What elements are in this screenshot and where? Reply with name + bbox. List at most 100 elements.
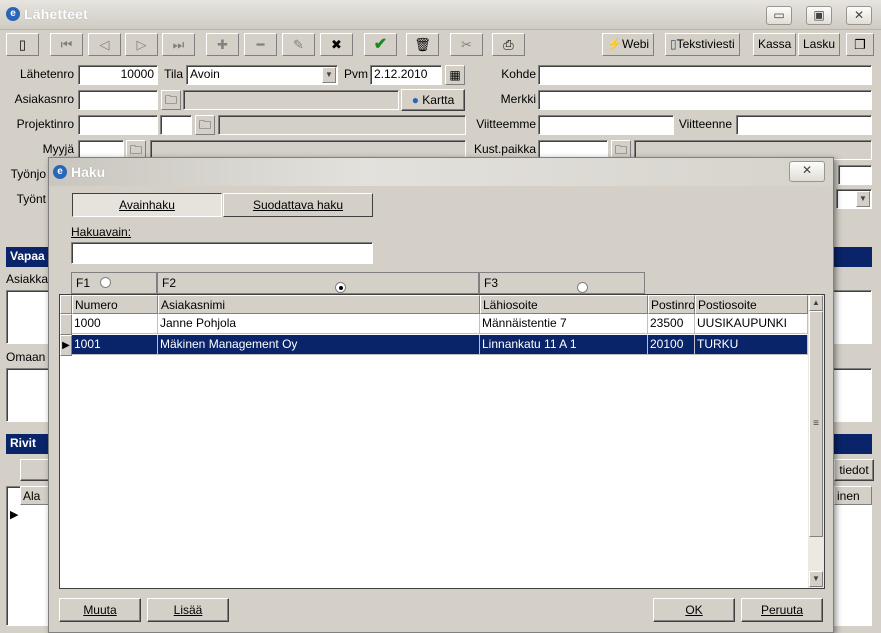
lasku-button[interactable]: Lasku <box>798 33 841 56</box>
column-header-postinro[interactable]: Postinro <box>648 295 695 314</box>
kartta-button[interactable]: ● Kartta <box>401 89 465 111</box>
projekti-sub-field[interactable] <box>160 115 192 135</box>
window-title: Lähetteet <box>24 6 89 22</box>
omaan-label: Omaan <box>6 350 46 364</box>
dialog-title-bar: e Haku ✕ <box>49 158 833 186</box>
f1-radio-group[interactable]: F1 <box>71 272 157 294</box>
viitteemme-label: Viitteemme <box>476 117 536 131</box>
vertical-scrollbar[interactable]: ▲ ≡ ▼ <box>808 295 824 588</box>
trash-icon[interactable]: 🗑 <box>406 33 439 56</box>
table-row-selected[interactable]: ▶ 1001 Mäkinen Management Oy Linnankatu … <box>60 335 808 356</box>
kassa-button[interactable]: Kassa <box>753 33 797 56</box>
viitteemme-field[interactable] <box>538 115 674 135</box>
scroll-thumb[interactable]: ≡ <box>809 311 823 537</box>
cell-lahiosoite: Männäistentie 7 <box>480 314 648 334</box>
f2-radio[interactable] <box>335 282 347 293</box>
kohde-label: Kohde <box>501 67 536 81</box>
column-header-numero[interactable]: Numero <box>72 295 158 314</box>
cell-numero: 1001 <box>72 335 158 355</box>
window-list-icon[interactable]: ❐ <box>846 33 874 56</box>
kustpaikka-label: Kust.paikka <box>473 142 536 156</box>
asiakas-name-display <box>183 90 399 110</box>
tyont-label: Työnt <box>16 192 46 206</box>
myyja-label: Myyjä <box>42 142 74 156</box>
tekstiviesti-button[interactable]: ▯Tekstiviesti <box>665 33 740 56</box>
tiedot-button[interactable]: tiedot <box>834 459 874 481</box>
peruuta-button[interactable]: Peruuta <box>741 598 823 622</box>
ala-column-header[interactable]: Ala <box>20 486 50 505</box>
edit-icon[interactable]: ✎ <box>282 33 315 56</box>
pvm-label: Pvm <box>344 67 368 81</box>
phone-icon: ▯ <box>670 37 677 51</box>
f3-radio-group[interactable]: F3 <box>479 272 645 294</box>
add-icon[interactable]: ✚ <box>206 33 239 56</box>
asiakka-label: Asiakka <box>6 272 49 286</box>
folder-icon[interactable]: 🗀 <box>161 90 181 110</box>
tab-avainhaku[interactable]: Avainhaku <box>72 193 222 217</box>
main-title-bar: e Lähetteet ▭ ▣ ✕ <box>0 0 881 30</box>
scroll-up-icon[interactable]: ▲ <box>809 295 823 311</box>
results-grid[interactable]: Numero Asiakasnimi Lähiosoite Postinro P… <box>59 294 825 589</box>
folder-icon[interactable]: 🗀 <box>195 115 215 135</box>
prev-record-icon[interactable]: ◁ <box>88 33 121 56</box>
pvm-field[interactable]: 2.12.2010 <box>370 65 442 85</box>
kohde-field[interactable] <box>538 65 872 85</box>
first-record-icon[interactable]: ⏮ <box>50 33 83 56</box>
document-icon[interactable]: ✖ <box>320 33 353 56</box>
lahetenro-label: Lähetenro <box>19 67 74 81</box>
cell-postiosoite: UUSIKAUPUNKI <box>695 314 808 334</box>
maximize-button[interactable]: ▣ <box>806 6 832 25</box>
next-record-icon[interactable]: ▷ <box>125 33 158 56</box>
calendar-icon[interactable]: ▦ <box>445 65 465 85</box>
close-button[interactable]: ✕ <box>846 6 872 25</box>
cell-lahiosoite: Linnankatu 11 A 1 <box>480 335 648 355</box>
print-icon[interactable]: ⎙ <box>492 33 525 56</box>
asiakasnro-label: Asiakasnro <box>14 92 74 106</box>
ok-button[interactable]: OK <box>653 598 735 622</box>
column-header-lahiosoite[interactable]: Lähiosoite <box>480 295 648 314</box>
cell-postiosoite: TURKU <box>695 335 808 355</box>
app-icon: e <box>6 7 20 21</box>
viitteenne-label: Viitteenne <box>678 117 732 131</box>
webi-button[interactable]: ⚡Webi <box>602 33 655 56</box>
globe-icon: ● <box>411 93 419 107</box>
tyont-select[interactable]: ▼ <box>836 189 872 209</box>
chevron-down-icon[interactable]: ▼ <box>322 67 336 83</box>
lightning-icon: ⚡ <box>607 37 622 51</box>
lahetenro-field[interactable]: 10000 <box>78 65 158 85</box>
projektinro-field[interactable] <box>78 115 158 135</box>
f1-radio[interactable] <box>100 277 112 288</box>
projekti-name-display <box>218 115 466 135</box>
f3-radio[interactable] <box>577 282 589 293</box>
cell-postinro: 20100 <box>648 335 695 355</box>
merkki-field[interactable] <box>538 90 872 110</box>
tila-select[interactable]: Avoin ▼ <box>186 65 338 85</box>
dialog-title: Haku <box>71 164 106 180</box>
projektinro-label: Projektinro <box>16 117 74 131</box>
accept-icon[interactable]: ✔ <box>364 33 397 56</box>
last-record-icon[interactable]: ⏭ <box>162 33 195 56</box>
column-header-postiosoite[interactable]: Postiosoite <box>695 295 808 314</box>
f2-radio-group[interactable]: F2 <box>157 272 479 294</box>
tab-suodattava-haku[interactable]: Suodattava haku <box>223 193 373 217</box>
minimize-button[interactable]: ▭ <box>766 6 792 25</box>
tyonjo-right-field[interactable] <box>838 165 872 185</box>
viitteenne-field[interactable] <box>736 115 872 135</box>
tila-label: Tila <box>164 67 183 81</box>
scroll-down-icon[interactable]: ▼ <box>809 571 823 587</box>
remove-icon[interactable]: ━ <box>244 33 277 56</box>
table-row[interactable]: 1000 Janne Pohjola Männäistentie 7 23500… <box>60 314 808 335</box>
muuta-button[interactable]: Muuta <box>59 598 141 622</box>
dialog-close-button[interactable]: ✕ <box>789 161 825 182</box>
hakuavain-input[interactable] <box>71 242 373 264</box>
current-row-arrow-icon: ▶ <box>60 335 72 356</box>
cell-numero: 1000 <box>72 314 158 334</box>
inen-column-header[interactable]: inen <box>834 486 872 505</box>
cell-asiakasnimi: Janne Pohjola <box>158 314 480 334</box>
new-record-icon[interactable]: ▯ <box>6 33 39 56</box>
asiakasnro-field[interactable] <box>78 90 158 110</box>
column-header-asiakasnimi[interactable]: Asiakasnimi <box>158 295 480 314</box>
chevron-down-icon[interactable]: ▼ <box>856 191 870 207</box>
attach-icon[interactable]: ✂ <box>450 33 483 56</box>
lisaa-button[interactable]: Lisää <box>147 598 229 622</box>
